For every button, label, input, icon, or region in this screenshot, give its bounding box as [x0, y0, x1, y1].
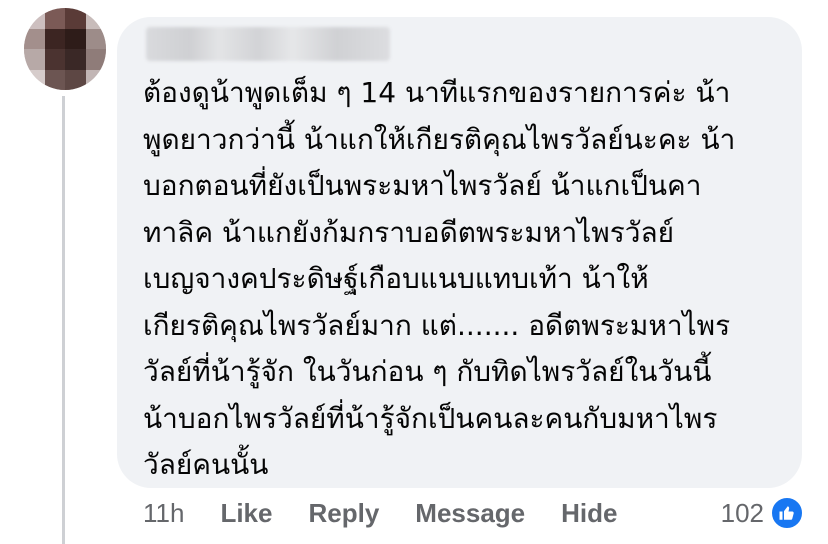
- comment-actions: 11h Like Reply Message Hide: [143, 496, 653, 530]
- comment-timestamp[interactable]: 11h: [143, 498, 184, 529]
- reply-thread-line: [62, 96, 65, 544]
- like-button[interactable]: Like: [220, 498, 272, 529]
- commenter-name-blurred[interactable]: [146, 27, 390, 61]
- like-thumb-icon: [770, 496, 804, 530]
- avatar[interactable]: [24, 8, 106, 90]
- comment-text: ต้องดูน้าพูดเต็ม ๆ 14 นาทีแรกของรายการค่…: [143, 70, 793, 489]
- comment-line: เบญจางคประดิษฐ์เกือบแนบแทบเท้า น้าให้: [143, 262, 649, 295]
- message-button[interactable]: Message: [415, 498, 525, 529]
- reaction-count: 102: [720, 497, 764, 528]
- comment-line: บอกตอนที่ยังเป็นพระมหาไพรวัลย์ น้าแกเป็น…: [143, 169, 702, 202]
- reactions-summary[interactable]: 102: [721, 494, 804, 532]
- comment-line: พูดยาวกว่านี้ น้าแกให้เกียรติคุณไพรวัลย์…: [143, 122, 736, 156]
- comment-line: เกียรติคุณไพรวัลย์มาก แต่....... อดีตพระ…: [143, 308, 731, 342]
- comment-line: ทาลิค น้าแกยังก้มกราบอดีตพระมหาไพรวัลย์: [143, 215, 675, 249]
- comment-line: น้าบอกไพรวัลย์ที่น้ารู้จักเป็นคนละคนกับม…: [143, 401, 718, 435]
- comment-line: ต้องดูน้าพูดเต็ม ๆ 14 นาทีแรกของรายการค่…: [143, 76, 731, 109]
- reply-button[interactable]: Reply: [308, 498, 379, 529]
- comment-line: วัลย์ที่น้ารู้จัก ในวันก่อน ๆ กับทิดไพรว…: [143, 355, 712, 388]
- hide-button[interactable]: Hide: [561, 498, 617, 529]
- comment-line: วัลย์คนนั้น: [143, 448, 269, 481]
